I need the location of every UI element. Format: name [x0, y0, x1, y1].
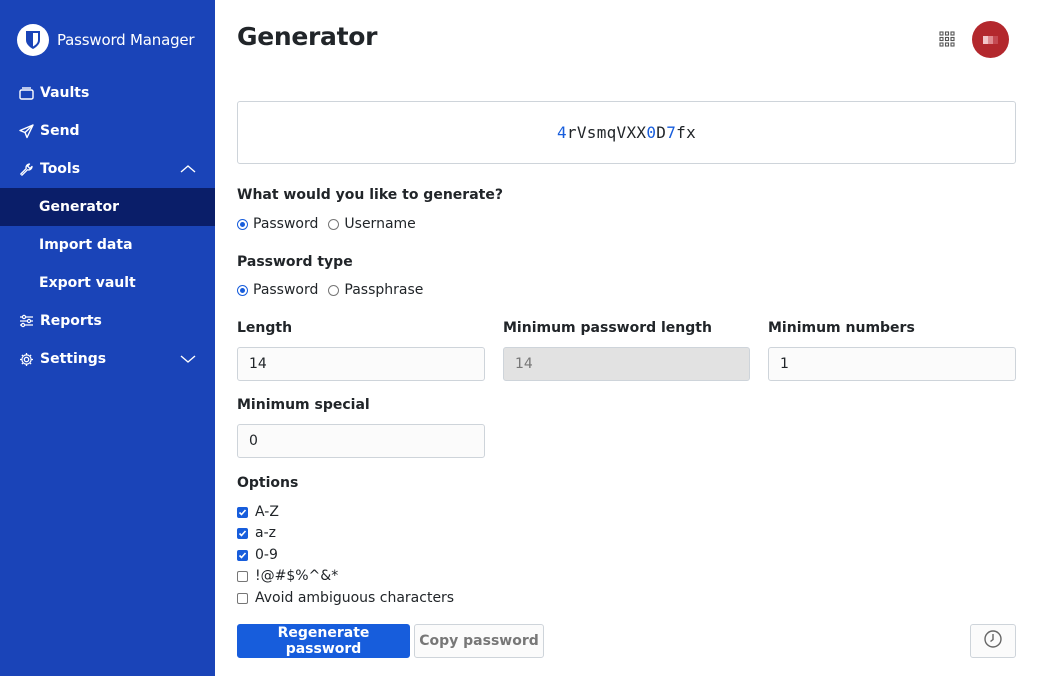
radio-type-password[interactable]: Password: [237, 282, 318, 298]
password-history-button[interactable]: [970, 624, 1016, 658]
option-label: Avoid ambiguous characters: [255, 590, 455, 606]
option-numbers[interactable]: 0-9: [237, 546, 278, 564]
shield-logo-icon: [17, 24, 49, 56]
radio-indicator[interactable]: [328, 284, 340, 296]
options-label: Options: [237, 475, 299, 491]
length-label: Length: [237, 320, 293, 336]
min-password-length-label: Minimum password length: [503, 320, 712, 336]
sidebar-item-import-data[interactable]: Import data: [0, 226, 215, 264]
option-uppercase[interactable]: A-Z: [237, 503, 279, 521]
brand[interactable]: Password Manager: [17, 24, 195, 56]
sidebar-item-label: Generator: [39, 199, 120, 215]
sidebar-item-label: Tools: [40, 161, 81, 177]
password-digit: 4: [556, 123, 567, 142]
radio-indicator[interactable]: [328, 218, 340, 230]
chevron-down-icon[interactable]: [179, 352, 197, 366]
min-password-length-input: 14: [503, 347, 750, 381]
checkbox[interactable]: [237, 527, 248, 539]
radio-indicator[interactable]: [237, 284, 248, 296]
radio-type-passphrase[interactable]: Passphrase: [328, 282, 423, 298]
password-digit: 0: [646, 123, 657, 142]
sidebar: Password Manager Vaults Send Tools Gener…: [0, 0, 215, 676]
sidebar-item-label: Export vault: [39, 275, 136, 291]
wrench-icon: [18, 161, 34, 177]
sidebar-item-label: Reports: [40, 313, 102, 329]
vault-icon: [18, 85, 34, 101]
radio-password[interactable]: Password: [237, 216, 318, 232]
checkbox[interactable]: [237, 506, 248, 518]
password-type-radio-group: Password Passphrase: [237, 282, 433, 298]
sliders-icon: [18, 313, 34, 329]
min-special-input[interactable]: 0: [237, 424, 485, 458]
gear-icon: [18, 351, 34, 367]
sidebar-item-label: Settings: [40, 351, 107, 367]
brand-name: Password Manager: [57, 31, 195, 49]
generate-type-radio-group: Password Username: [237, 216, 426, 232]
min-numbers-input[interactable]: 1: [768, 347, 1016, 381]
copy-password-button[interactable]: Copy password: [414, 624, 544, 658]
sidebar-item-vaults[interactable]: Vaults: [0, 74, 215, 112]
avatar[interactable]: [972, 21, 1009, 58]
avatar-pattern: [982, 35, 999, 44]
sidebar-item-label: Vaults: [40, 85, 90, 101]
checkbox[interactable]: [237, 570, 248, 582]
option-label: a-z: [255, 525, 276, 541]
chevron-up-icon[interactable]: [179, 162, 197, 176]
app-switcher-icon[interactable]: [938, 30, 956, 48]
sidebar-item-label: Send: [40, 123, 80, 139]
checkbox[interactable]: [237, 549, 248, 561]
radio-label: Password: [253, 282, 319, 298]
radio-label: Username: [344, 216, 416, 232]
password-type-label: Password type: [237, 254, 353, 270]
sidebar-item-settings[interactable]: Settings: [0, 340, 215, 378]
generate-type-label: What would you like to generate?: [237, 187, 503, 203]
page-title: Generator: [237, 22, 378, 51]
option-label: 0-9: [255, 547, 278, 563]
sidebar-item-send[interactable]: Send: [0, 112, 215, 150]
option-special[interactable]: !@#$%^&*: [237, 567, 338, 585]
option-label: A-Z: [255, 504, 279, 520]
sidebar-item-generator[interactable]: Generator: [0, 188, 215, 226]
radio-username[interactable]: Username: [328, 216, 416, 232]
generated-password: 4 rVsmqVXX 0 D 7 fx: [237, 101, 1016, 164]
option-label: !@#$%^&*: [255, 568, 339, 584]
sidebar-item-export-vault[interactable]: Export vault: [0, 264, 215, 302]
sidebar-item-reports[interactable]: Reports: [0, 302, 215, 340]
min-special-label: Minimum special: [237, 397, 370, 413]
radio-label: Passphrase: [344, 282, 424, 298]
password-letters: rVsmqVXX: [566, 123, 647, 142]
regenerate-password-button[interactable]: Regenerate password: [237, 624, 410, 658]
radio-label: Password: [253, 216, 319, 232]
sidebar-item-tools[interactable]: Tools: [0, 150, 215, 188]
option-avoid-ambiguous[interactable]: Avoid ambiguous characters: [237, 589, 454, 607]
length-input[interactable]: 14: [237, 347, 485, 381]
radio-indicator[interactable]: [237, 218, 248, 230]
send-icon: [18, 123, 34, 139]
password-letters: D: [656, 123, 667, 142]
password-digit: 7: [666, 123, 677, 142]
sidebar-item-label: Import data: [39, 237, 133, 253]
option-lowercase[interactable]: a-z: [237, 524, 276, 542]
password-letters: fx: [676, 123, 697, 142]
history-icon: [983, 629, 1003, 653]
min-numbers-label: Minimum numbers: [768, 320, 915, 336]
sidebar-nav: Vaults Send Tools Generator Import data …: [0, 74, 215, 378]
checkbox[interactable]: [237, 592, 248, 604]
